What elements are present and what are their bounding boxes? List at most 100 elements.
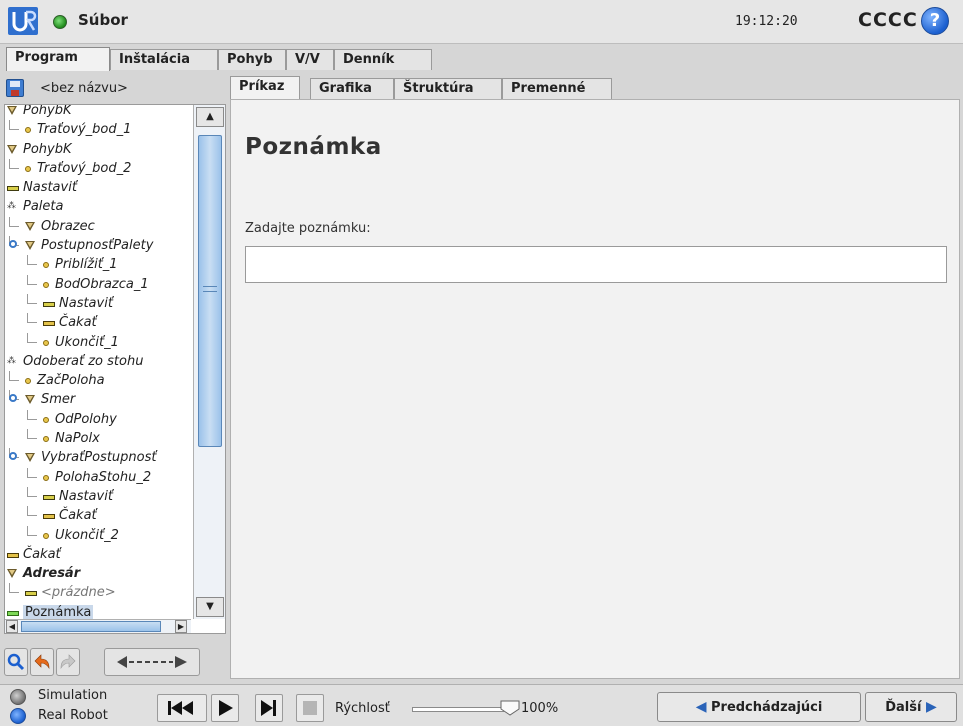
tree-node[interactable]: ⁂ Odoberať zo stohu (5, 352, 191, 371)
pallet-icon: ⁂ (7, 201, 16, 212)
simulation-radio-icon[interactable] (10, 689, 26, 705)
speed-value: 100% (521, 701, 559, 716)
tab-structure[interactable]: Štruktúra (394, 78, 502, 99)
speed-slider-handle-icon[interactable] (500, 700, 520, 716)
wait-icon (43, 514, 55, 520)
ur-logo-icon (8, 7, 38, 35)
move-icon (7, 569, 17, 579)
program-tree[interactable]: PohybK Traťový_bod_1 PohybK Traťový_bod_2 Na… (4, 104, 226, 634)
tab-move[interactable]: Pohyb (218, 49, 286, 70)
tree-node[interactable]: Nastaviť (5, 293, 191, 313)
tree-node[interactable]: Čakať (5, 506, 191, 525)
real-robot-radio-icon[interactable] (10, 708, 26, 724)
sequence-expand-icon[interactable] (9, 394, 17, 403)
tree-horizontal-scrollbar[interactable]: ◀ ▶ (5, 619, 191, 633)
tree-node[interactable]: Traťový_bod_2 (5, 158, 191, 178)
tree-node[interactable]: BodObrazca_1 (5, 274, 191, 294)
move-icon (7, 106, 17, 115)
redo-icon[interactable] (56, 648, 80, 676)
tree-node[interactable]: Nastaviť (5, 486, 191, 506)
tree-node[interactable]: OdPolohy (5, 409, 191, 429)
tree-node-label: Priblížiť_1 (55, 257, 118, 273)
tree-vertical-scrollbar[interactable]: ▲ ▼ (193, 105, 225, 619)
waypoint-icon (25, 378, 31, 385)
tree-node-label: Traťový_bod_2 (37, 160, 132, 176)
scroll-up-icon[interactable]: ▲ (196, 107, 224, 127)
sequence-expand-icon[interactable] (9, 240, 17, 249)
waypoint-icon (25, 127, 31, 134)
tree-node[interactable]: Obrazec (5, 216, 191, 236)
tree-node[interactable]: Nastaviť (5, 178, 191, 197)
tree-node[interactable]: PohybK (5, 140, 191, 159)
tab-variables[interactable]: Premenné (502, 78, 612, 99)
tree-node[interactable]: VybraťPostupnosť (5, 448, 191, 467)
help-icon[interactable]: ? (921, 7, 949, 35)
h-scroll-thumb[interactable] (21, 621, 161, 632)
move-node-icon[interactable] (104, 648, 200, 676)
move-icon (25, 453, 35, 463)
real-robot-label[interactable]: Real Robot (38, 708, 108, 723)
search-icon[interactable] (4, 648, 28, 676)
rewind-button[interactable] (157, 694, 207, 722)
step-button[interactable] (255, 694, 283, 722)
tree-node[interactable]: PostupnosťPalety (5, 236, 191, 255)
wait-icon (7, 552, 19, 558)
tree-node[interactable]: Priblížiť_1 (5, 255, 191, 274)
scroll-down-icon[interactable]: ▼ (196, 597, 224, 617)
next-button[interactable]: Ďalší ▶ (865, 692, 957, 722)
program-file-name: <bez názvu> (40, 81, 128, 96)
tree-connector (9, 120, 19, 131)
tree-node[interactable]: Čakať (5, 313, 191, 332)
main-tabs: Program Inštalácia Pohyb V/V Denník (0, 45, 963, 71)
tree-node-label: OdPolohy (55, 411, 117, 427)
tree-node[interactable]: Ukončiť_1 (5, 332, 191, 352)
tab-installation[interactable]: Inštalácia (110, 49, 218, 70)
tree-connector (27, 409, 37, 420)
previous-button[interactable]: ◀ Predchádzajúci (657, 692, 861, 722)
robot-name: CCCC (858, 9, 918, 31)
clock: 19:12:20 (735, 14, 798, 29)
tree-node-label: PohybK (23, 141, 72, 157)
tab-program[interactable]: Program (6, 47, 110, 71)
robot-status-icon (53, 15, 67, 29)
waypoint-icon (43, 532, 49, 539)
tree-node[interactable]: Traťový_bod_1 (5, 120, 191, 139)
set-icon (25, 591, 37, 597)
tree-node[interactable]: Smer (5, 390, 191, 409)
wait-icon (43, 321, 55, 327)
tree-node[interactable]: NaPolx (5, 429, 191, 448)
speed-slider[interactable] (412, 707, 504, 712)
tree-node[interactable]: PolohaStohu_2 (5, 467, 191, 487)
tree-node[interactable]: ZačPoloha (5, 371, 191, 390)
set-icon (7, 186, 19, 192)
scroll-left-icon[interactable]: ◀ (6, 620, 18, 633)
tab-graphics[interactable]: Grafika (310, 78, 394, 99)
file-menu[interactable]: Súbor (78, 11, 128, 29)
tree-node[interactable]: <prázdne> (5, 583, 191, 602)
set-icon (43, 494, 55, 500)
tree-connector (27, 525, 37, 536)
save-icon[interactable] (6, 79, 24, 97)
scroll-right-icon[interactable]: ▶ (175, 620, 187, 633)
tree-node-label: Čakať (23, 546, 61, 562)
tab-command[interactable]: Príkaz (230, 76, 300, 100)
tree-connector (27, 255, 37, 266)
play-button[interactable] (211, 694, 239, 722)
tree-node-label: PolohaStohu_2 (55, 469, 152, 485)
tab-log[interactable]: Denník (334, 49, 432, 70)
scroll-thumb[interactable] (198, 135, 222, 447)
tree-node-label: Adresár (23, 566, 81, 582)
tree-node[interactable]: Čakať (5, 545, 191, 564)
stop-button[interactable] (296, 694, 324, 722)
tree-node[interactable]: ⁂ Paleta (5, 197, 191, 216)
note-input[interactable] (245, 246, 947, 283)
tree-node[interactable]: Ukončiť_2 (5, 525, 191, 545)
tree-node[interactable]: PohybK (5, 105, 191, 120)
tree-node[interactable]: Adresár (5, 564, 191, 583)
tab-io[interactable]: V/V (286, 49, 334, 70)
tree-node-label: Ukončiť_1 (55, 334, 119, 350)
undo-icon[interactable] (30, 648, 54, 676)
move-icon (7, 144, 17, 154)
simulation-label[interactable]: Simulation (38, 688, 107, 703)
sequence-expand-icon[interactable] (9, 452, 17, 461)
